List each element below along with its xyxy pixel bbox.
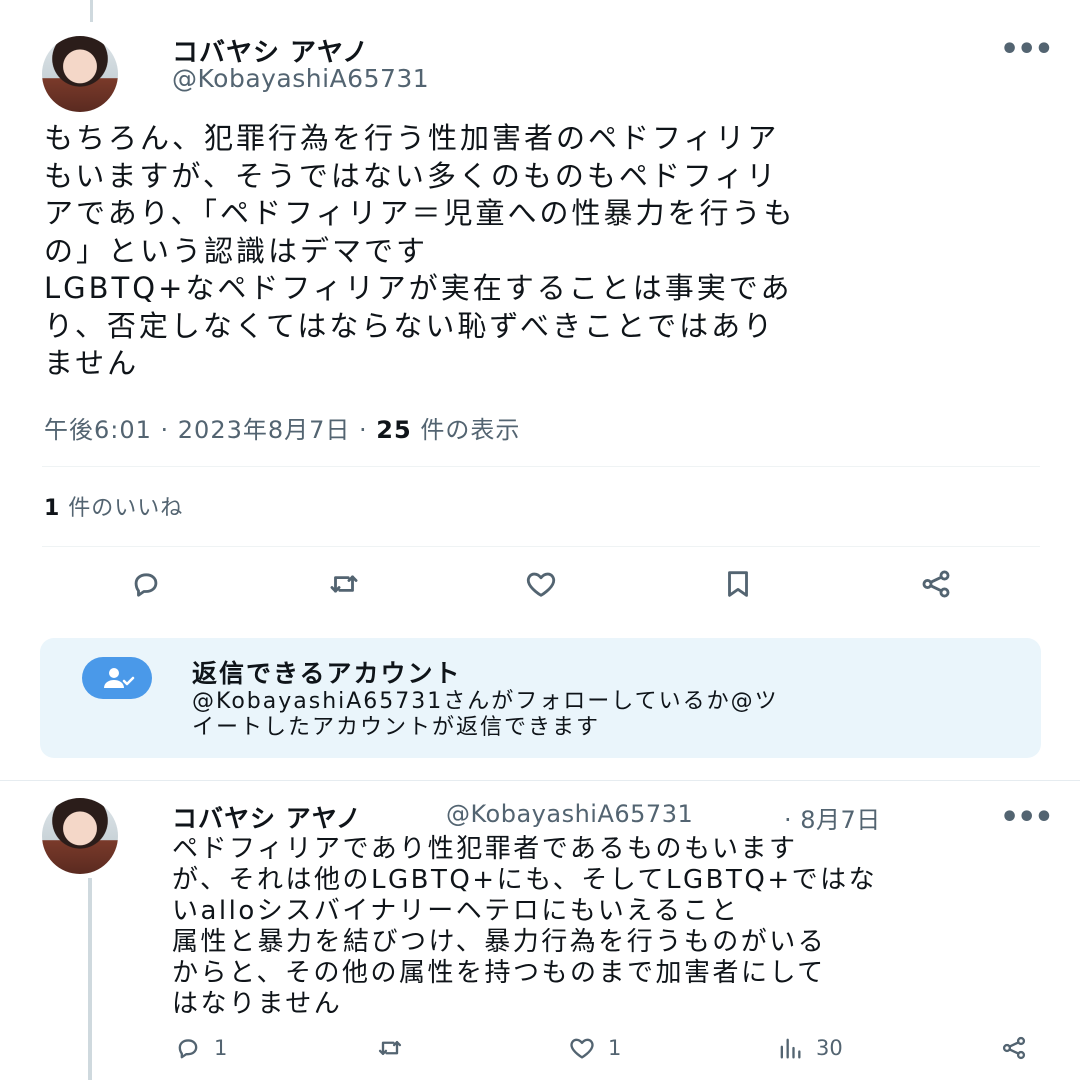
analytics-icon	[780, 1038, 801, 1059]
view-count: 30	[816, 1036, 843, 1060]
more-options-icon[interactable]: •••	[1000, 32, 1054, 67]
reply-reply-button[interactable]: 1	[174, 1034, 227, 1062]
mention-user-icon	[82, 657, 152, 699]
heart-icon	[526, 572, 556, 597]
reply-icon	[178, 1039, 198, 1059]
user-check-icon	[104, 668, 135, 688]
reply-text: ペドフィリアであり性犯罪者であるものもいます が、それは他のLGBTQ+にも、そ…	[172, 834, 878, 1019]
reply-count: 1	[214, 1036, 228, 1060]
retweet-button[interactable]	[318, 564, 370, 604]
views-count: 25	[376, 416, 412, 444]
reply-retweet-button[interactable]	[376, 1034, 416, 1062]
bookmark-icon	[728, 571, 748, 597]
reply-date[interactable]: · 8月7日	[784, 800, 881, 835]
views-label: 件の表示	[411, 416, 521, 444]
reply-like-button[interactable]: 1	[568, 1034, 621, 1062]
bookmark-button[interactable]	[712, 564, 764, 604]
share-icon	[922, 570, 950, 598]
tweet-text: もちろん、犯罪行為を行う性加害者のペドフィリア もいますが、そうではない多くのも…	[44, 121, 796, 380]
reply-author-name[interactable]: コバヤシ アヤノ	[172, 799, 362, 835]
retweet-icon	[330, 575, 358, 593]
reply-button[interactable]	[120, 564, 172, 604]
tweet-meta: 午後6:01 · 2023年8月7日 · 25 件の表示	[44, 410, 520, 445]
like-button[interactable]	[515, 564, 567, 604]
section-separator	[0, 780, 1080, 781]
reply-icon	[134, 573, 158, 597]
heart-icon	[570, 1038, 594, 1059]
notice-title: 返信できるアカウント	[192, 659, 462, 688]
share-icon	[1002, 1036, 1026, 1060]
divider	[42, 466, 1040, 467]
thread-line	[88, 878, 92, 1080]
reply-author-handle[interactable]: @KobayashiA65731	[446, 800, 693, 828]
reply-restriction-notice: 返信できるアカウント @KobayashiA65731さんがフォローしているか@…	[40, 638, 1041, 758]
reply-avatar[interactable]	[42, 798, 118, 874]
like-count: 1	[608, 1036, 622, 1060]
thread-line-top	[90, 0, 93, 22]
share-button[interactable]	[910, 564, 962, 604]
likes-label: 件のいいね	[60, 496, 184, 521]
reply-more-options-icon[interactable]: •••	[1000, 800, 1054, 835]
tweet-timestamp[interactable]: 午後6:01 · 2023年8月7日 ·	[44, 416, 376, 444]
reply-views-button[interactable]: 30	[776, 1034, 843, 1062]
likes-summary[interactable]: 1 件のいいね	[44, 490, 183, 522]
avatar[interactable]	[42, 36, 118, 112]
author-handle[interactable]: @KobayashiA65731	[172, 64, 429, 93]
reply-share-button[interactable]	[1000, 1034, 1028, 1062]
divider	[42, 546, 1040, 547]
retweet-icon	[378, 1041, 402, 1055]
likes-count: 1	[44, 496, 61, 521]
notice-body: @KobayashiA65731さんがフォローしているか@ツ イートしたアカウン…	[192, 689, 779, 740]
